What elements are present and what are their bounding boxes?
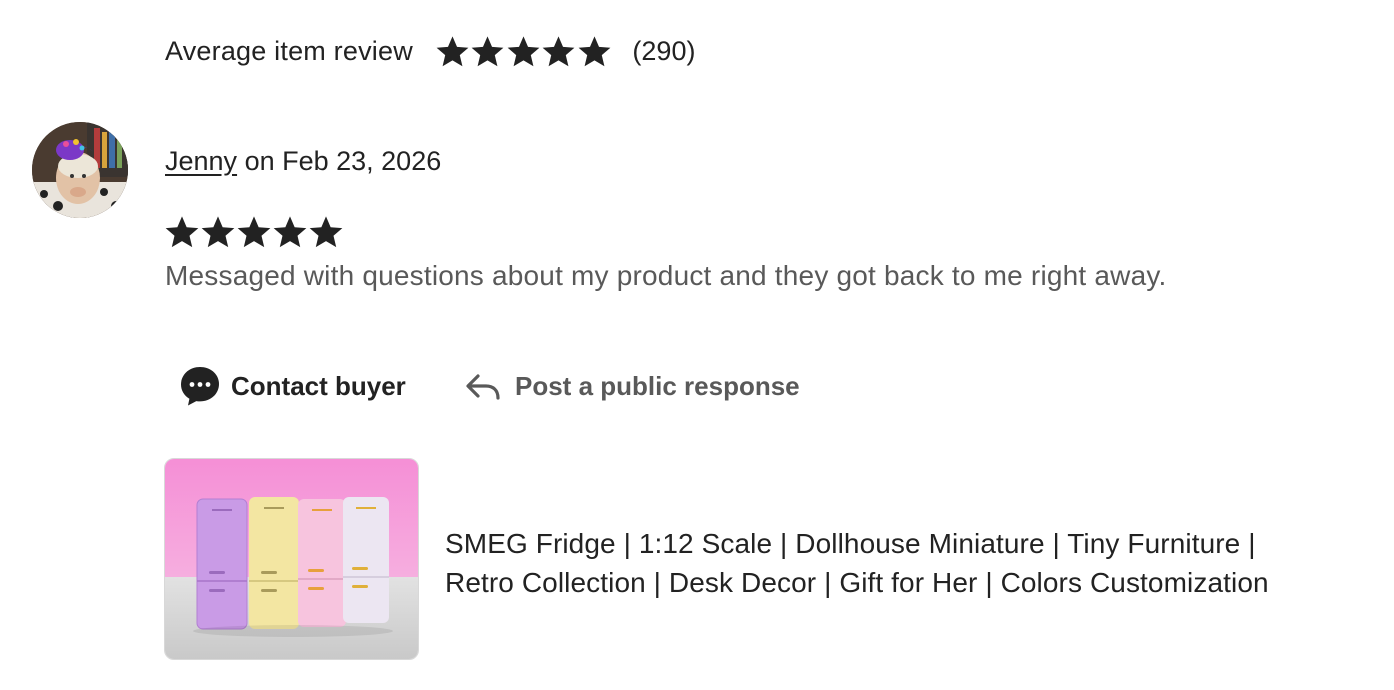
star-icon (436, 35, 469, 66)
reviewer-name-link[interactable]: Jenny (165, 146, 237, 176)
reply-arrow-icon (466, 374, 500, 400)
review-text: Messaged with questions about my product… (165, 260, 1167, 291)
review-date: on Feb 23, 2026 (237, 146, 442, 176)
product-title-line: Retro Collection | Desk Decor | Gift for… (445, 567, 1269, 598)
star-icon (543, 35, 575, 66)
review-meta: Jenny on Feb 23, 2026 (165, 146, 441, 177)
star-icon (165, 216, 199, 248)
contact-buyer-label: Contact buyer (231, 370, 406, 401)
product-thumbnail[interactable] (164, 458, 419, 660)
product-image (165, 459, 418, 659)
product-title-link[interactable]: SMEG Fridge | 1:12 Scale | Dollhouse Min… (445, 524, 1365, 602)
review-rating-stars (164, 214, 344, 250)
star-icon (273, 216, 307, 248)
star-icon (507, 35, 540, 66)
star-icon (237, 216, 271, 248)
post-public-response-label: Post a public response (515, 370, 800, 401)
average-rating-stars (435, 34, 613, 69)
speech-bubble-icon (181, 367, 219, 406)
star-icon (309, 216, 343, 248)
star-icon (472, 35, 504, 66)
star-icon (578, 35, 611, 66)
average-review-row: Average item review (290) (165, 30, 695, 72)
contact-buyer-button[interactable]: Contact buyer (178, 363, 406, 409)
avatar[interactable] (32, 122, 128, 218)
star-icon (201, 216, 235, 248)
average-review-label: Average item review (165, 35, 413, 66)
review-count: (290) (632, 35, 696, 66)
avatar-image (32, 122, 128, 218)
post-public-response-button[interactable]: Post a public response (464, 363, 800, 409)
product-title-line: SMEG Fridge | 1:12 Scale | Dollhouse Min… (445, 528, 1256, 559)
